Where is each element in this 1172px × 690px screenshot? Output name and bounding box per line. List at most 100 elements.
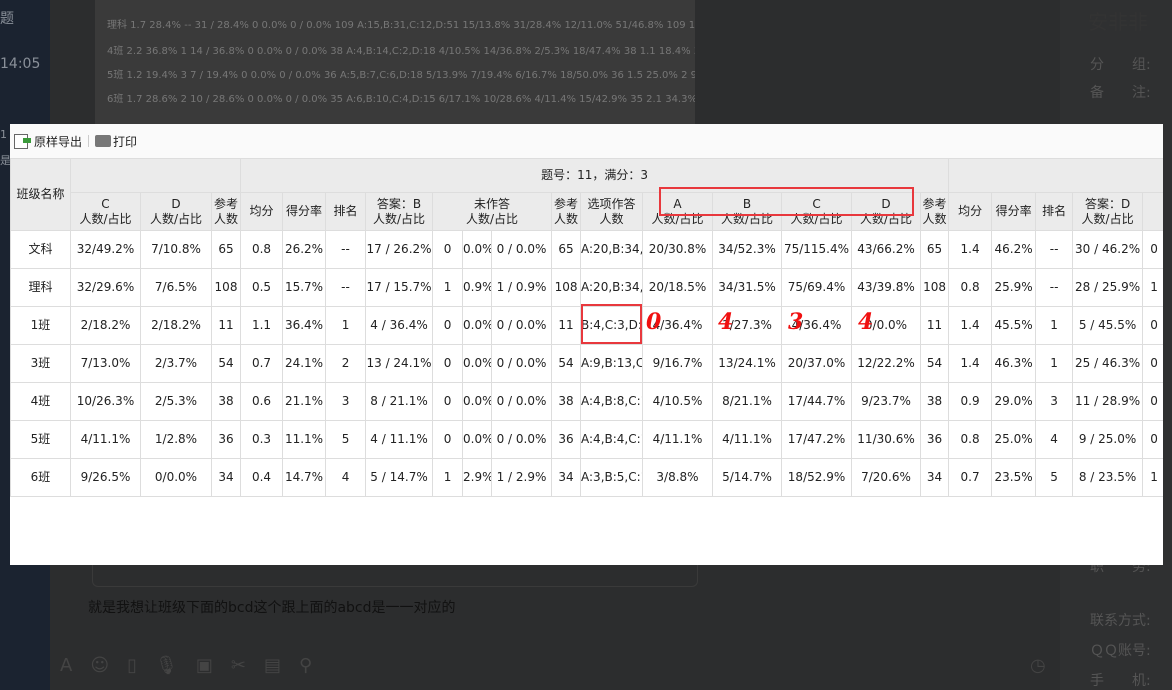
table-row: 理科 32/29.6% 7/6.5% 108 0.5 15.7% -- 17 / 15.7% 1… (10, 268, 1163, 307)
table-cell: 108 (210, 268, 242, 307)
table-cell: 0.0% (462, 420, 493, 459)
table-cell: 0.5 (240, 268, 284, 307)
chat-toolbar: A ☺ ▯ 🎙 ▣ ✂ ▤ ⚲ (60, 655, 312, 676)
table-cell: 7/20.6% (851, 458, 922, 497)
table-cell: 1 (1035, 344, 1074, 383)
bg-row: 6班 1.7 28.6% 2 10 / 28.6% 0 0.0% 0 / 0.0… (107, 94, 695, 105)
chat-message: 就是我想让班级下面的bcd这个跟上面的abcd是一一对应的 (88, 600, 456, 616)
printer-icon (95, 135, 112, 147)
table-cell: 0.0% (462, 344, 493, 383)
column-header-title: D (171, 196, 181, 211)
table-cell: 54 (210, 344, 242, 383)
class-name-cell: 理科 (10, 268, 71, 307)
table-cell: 0 / 0.0% (491, 306, 553, 345)
table-cell: 0.6 (240, 382, 284, 421)
background-table-preview: 理科 1.7 28.4% -- 31 / 28.4% 0 0.0% 0 / 0.… (95, 0, 695, 124)
contact-label: 联系方式: (1090, 613, 1151, 629)
bg-row: 理科 1.7 28.4% -- 31 / 28.4% 0 0.0% 0 / 0.… (107, 20, 695, 31)
screenshot-icon[interactable]: ✂ (231, 655, 246, 676)
table-cell: 17 / 26.2% (365, 230, 434, 269)
column-header-title: 得分率 (995, 204, 1032, 218)
table-cell: 65 (551, 230, 582, 269)
table-cell: -- (1035, 268, 1074, 307)
font-icon[interactable]: A (60, 655, 72, 676)
header-blank (948, 158, 1163, 193)
table-cell: 108 (551, 268, 582, 307)
table-cell: 0.7 (948, 458, 993, 497)
table-cell: 7/13.0% (70, 344, 141, 383)
table-cell: 34 (210, 458, 242, 497)
table-cell: 11/30.6% (851, 420, 922, 459)
bg-row: 4班 2.2 36.8% 1 14 / 36.8% 0 0.0% 0 / 0.0… (107, 46, 695, 57)
table-cell: 1.4 (948, 230, 993, 269)
table-cell: 18/52.9% (781, 458, 853, 497)
image-icon[interactable]: ▣ (196, 655, 213, 676)
table-cell: 38 (551, 382, 582, 421)
header-blank (69, 158, 242, 193)
table-cell: 7/10.8% (140, 230, 212, 269)
print-button[interactable]: 打印 (95, 133, 137, 150)
table-cell: A:20,B:34,C:75,D:43 (580, 268, 644, 307)
table-cell: 32/29.6% (70, 268, 141, 307)
shake-icon[interactable]: ▯ (127, 655, 137, 676)
table-cell: 1.1 (240, 306, 284, 345)
column-header-subtitle: 人数 (214, 211, 239, 226)
table-cell: 17/47.2% (781, 420, 853, 459)
table-cell: 3 (325, 382, 367, 421)
table-cell: 2/5.3% (140, 382, 212, 421)
report-dialog: 原样导出 打印 班级名称 题号：11，满分：3 C 人数/占比 D 人数/占比 参考 人数… (10, 124, 1163, 565)
table-cell: 45.5% (991, 306, 1037, 345)
emoji-icon[interactable]: ☺ (90, 655, 109, 676)
voice-icon[interactable]: 🎙 (155, 655, 178, 676)
sidebar-text: 题 (0, 11, 14, 27)
table-cell: 28 / 25.9% (1072, 268, 1144, 307)
table-cell: 0.0% (462, 382, 493, 421)
sidebar-text: 1 (0, 128, 7, 141)
export-label: 原样导出 (34, 134, 83, 149)
table-cell: -- (1035, 230, 1074, 269)
group-label: 分 组: (1090, 57, 1151, 73)
table-cell: 46.3% (991, 344, 1037, 383)
history-icon[interactable]: ◷ (1030, 655, 1046, 676)
sidebar-time: 14:05 (0, 56, 41, 72)
table-cell: 0 / 0.0% (491, 230, 553, 269)
table-cell: 43/66.2% (851, 230, 922, 269)
table-cell: 3/8.8% (642, 458, 714, 497)
table-cell: 9 / 25.0% (1072, 420, 1144, 459)
table-cell: 34 (551, 458, 582, 497)
table-cell: 0.8 (240, 230, 284, 269)
column-header-title: 选项作答 (587, 196, 636, 211)
chat-image-frame (92, 565, 698, 587)
table-cell: 0.9% (462, 268, 493, 307)
class-name-cell: 1班 (10, 306, 71, 345)
handwritten-note: 0 (646, 309, 662, 335)
table-cell: 0.8 (948, 268, 993, 307)
table-cell: 43/39.8% (851, 268, 922, 307)
class-name-cell: 3班 (10, 344, 71, 383)
table-cell: 1/2.8% (140, 420, 212, 459)
column-header-title: 均分 (958, 204, 983, 218)
dialog-toolbar: 原样导出 打印 (10, 124, 1163, 158)
table-cell: 9/23.7% (851, 382, 922, 421)
table-cell: 9/16.7% (642, 344, 714, 383)
table-cell: 26.2% (282, 230, 327, 269)
table-cell: 20/37.0% (781, 344, 853, 383)
bg-row: 5班 1.2 19.4% 3 7 / 19.4% 0 0.0% 0 / 0.0%… (107, 70, 695, 81)
table-cell: 3 (1035, 382, 1074, 421)
table-cell: 5 (1035, 458, 1074, 497)
column-header-subtitle: 人数 (554, 211, 579, 226)
table-cell: 54 (551, 344, 582, 383)
column-header-title: 参考 (554, 196, 579, 211)
table-cell: 8 / 21.1% (365, 382, 434, 421)
highlight-box-options-header (659, 187, 914, 216)
add-contact-icon[interactable]: ⚲ (299, 655, 312, 676)
table-cell: 0 (432, 382, 464, 421)
screen-share-icon[interactable]: ▤ (264, 655, 281, 676)
column-header-title: 得分率 (286, 204, 323, 218)
column-header: 均分 (240, 192, 284, 231)
export-button[interactable]: 原样导出 (14, 133, 82, 150)
table-row: 4班 10/26.3% 2/5.3% 38 0.6 21.1% 3 8 / 21.1% 0 0.0… (10, 382, 1163, 421)
column-header-title: 答案：D (1084, 196, 1131, 211)
table-cell: 0.3 (240, 420, 284, 459)
table-cell: 11 (551, 306, 582, 345)
